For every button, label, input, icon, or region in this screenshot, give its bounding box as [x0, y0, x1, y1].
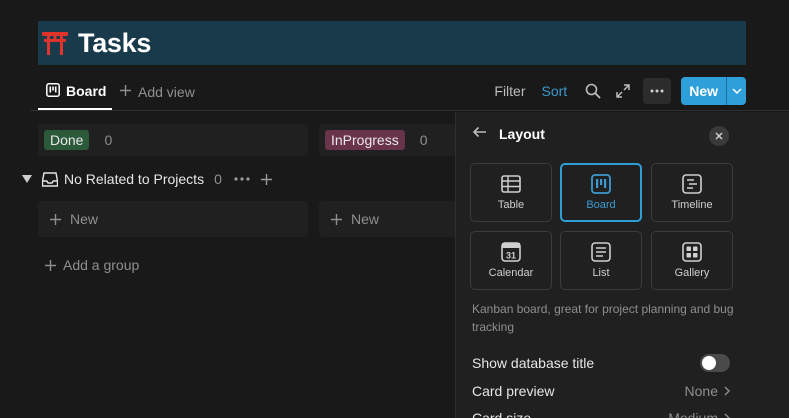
list-icon	[591, 242, 611, 262]
option-value[interactable]: Medium	[668, 410, 730, 418]
layout-option-timeline[interactable]: Timeline	[651, 163, 733, 222]
layout-option-list[interactable]: List	[560, 231, 642, 290]
layout-description: Kanban board, great for project planning…	[472, 302, 734, 334]
new-card-label: New	[70, 211, 99, 227]
chevron-right-icon	[724, 413, 730, 418]
table-icon	[501, 174, 521, 194]
toolbar: Filter Sort New	[494, 77, 746, 105]
divider	[30, 110, 789, 111]
chevron-right-icon	[724, 386, 730, 396]
chevron-down-icon[interactable]	[726, 77, 746, 105]
plus-icon	[119, 84, 132, 100]
ellipsis-icon	[650, 89, 664, 93]
close-icon[interactable]	[709, 126, 729, 146]
board-column-inprogress: InProgress 0	[319, 124, 459, 156]
page-title[interactable]: Tasks	[78, 28, 151, 59]
card-size-value: Medium	[668, 410, 718, 418]
add-group-label: Add a group	[63, 257, 140, 273]
timeline-icon	[682, 174, 702, 194]
add-group-button[interactable]: Add a group	[44, 254, 139, 276]
torii-gate-icon[interactable]	[41, 28, 71, 58]
option-label: Show database title	[472, 355, 595, 371]
layout-option-label: Table	[497, 199, 525, 211]
status-tag-inprogress[interactable]: InProgress	[325, 130, 405, 150]
layout-option-label: Gallery	[674, 267, 710, 279]
tab-board-label: Board	[66, 83, 107, 99]
page-title-banner: Tasks	[38, 21, 746, 65]
layout-option-gallery[interactable]: Gallery	[651, 231, 733, 290]
new-button[interactable]: New	[681, 77, 726, 105]
tab-board[interactable]: Board	[38, 74, 113, 110]
status-tag-done[interactable]: Done	[44, 130, 90, 150]
layout-option-table[interactable]: Table	[470, 163, 552, 222]
option-value[interactable]: None	[685, 383, 730, 399]
layout-option-board[interactable]: Board	[560, 163, 642, 222]
layout-option-label: List	[592, 267, 610, 279]
layout-option-calendar[interactable]: 31 Calendar	[470, 231, 552, 290]
new-button-group: New	[681, 77, 746, 105]
filter-button[interactable]: Filter	[494, 83, 525, 99]
caret-down-icon[interactable]	[20, 175, 34, 183]
inbox-icon	[42, 170, 60, 188]
more-options-button[interactable]	[643, 78, 672, 104]
option-label: Card size	[472, 410, 532, 418]
sort-button[interactable]: Sort	[542, 83, 568, 99]
column-count: 0	[104, 132, 113, 148]
show-title-toggle[interactable]	[700, 354, 730, 372]
add-view-button[interactable]: Add view	[119, 74, 195, 110]
plus-icon	[45, 259, 56, 271]
panel-title: Layout	[499, 126, 545, 142]
plus-icon	[50, 213, 61, 225]
layout-option-label: Board	[586, 199, 616, 211]
layout-option-label: Calendar	[488, 267, 534, 279]
svg-text:31: 31	[506, 251, 516, 261]
back-arrow-icon[interactable]	[472, 125, 487, 143]
add-view-label: Add view	[138, 84, 195, 100]
group-label[interactable]: No Related to Projects	[64, 171, 204, 187]
page: Tasks Board Add view Filter Sort New Don…	[0, 0, 789, 418]
plus-icon[interactable]	[260, 173, 276, 186]
view-bar: Board Add view Filter Sort New	[38, 74, 746, 110]
option-card-size[interactable]: Card size Medium	[472, 408, 730, 418]
expand-icon[interactable]	[613, 81, 633, 101]
board-icon	[46, 82, 60, 100]
layout-panel: Layout Table Board Timeline 31 Calendar …	[455, 112, 789, 418]
plus-icon	[331, 213, 342, 225]
column-count: 0	[419, 132, 428, 148]
board-column-done: Done 0	[38, 124, 308, 156]
calendar-icon: 31	[501, 242, 521, 262]
ellipsis-icon[interactable]	[234, 177, 252, 181]
group-header: No Related to Projects 0	[20, 168, 276, 190]
option-card-preview[interactable]: Card preview None	[472, 381, 730, 401]
gallery-icon	[682, 242, 702, 262]
panel-header: Layout	[472, 125, 545, 143]
new-card-button[interactable]: New	[319, 201, 459, 237]
board-icon	[591, 174, 611, 194]
search-icon[interactable]	[583, 81, 603, 101]
new-card-label: New	[351, 211, 380, 227]
option-show-database-title[interactable]: Show database title	[472, 353, 730, 373]
card-preview-value: None	[684, 383, 718, 399]
layout-option-label: Timeline	[671, 199, 713, 211]
new-card-button[interactable]: New	[38, 201, 308, 237]
option-label: Card preview	[472, 383, 555, 399]
group-count: 0	[214, 171, 222, 187]
